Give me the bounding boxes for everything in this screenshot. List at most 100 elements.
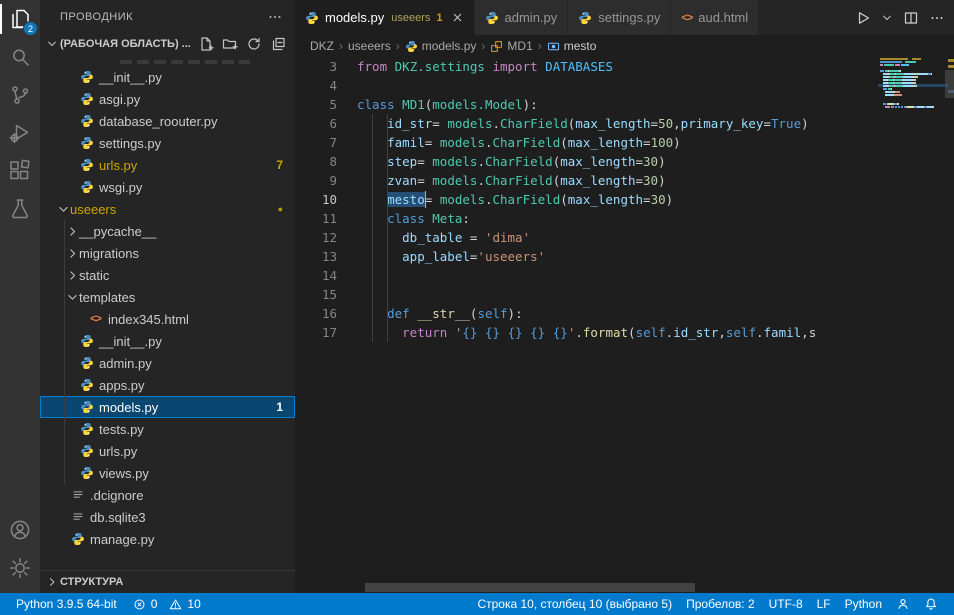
activity-bar-top: 2	[0, 0, 40, 228]
code-token: )	[801, 116, 809, 131]
status-label: Python 3.9.5 64-bit	[16, 597, 117, 611]
code-token: CharField	[485, 154, 553, 169]
tab-aud-html[interactable]: <>aud.html	[671, 0, 759, 35]
collapse-folders-button[interactable]	[269, 35, 287, 53]
status-notifications[interactable]	[918, 593, 944, 615]
code-token: CharField	[493, 135, 561, 150]
activity-explorer[interactable]: 2	[0, 0, 40, 38]
activity-source-control[interactable]	[0, 76, 40, 114]
tree-file-urls-py[interactable]: urls.py	[40, 440, 295, 462]
indent-guide	[387, 304, 388, 323]
line-number: 10	[295, 190, 337, 209]
code-token: models	[440, 192, 485, 207]
tree-file-manage-py[interactable]: manage.py	[40, 528, 295, 550]
code-token: s	[809, 325, 817, 340]
activity-testing[interactable]	[0, 190, 40, 228]
status-label: UTF-8	[769, 597, 803, 611]
tree-file--dcignore[interactable]: .dcignore	[40, 484, 295, 506]
new-file-button[interactable]	[197, 35, 215, 53]
status-indentation[interactable]: Пробелов: 2	[680, 593, 761, 615]
tree-item-label: useeers	[70, 202, 116, 217]
tree-file-asgi-py[interactable]: asgi.py	[40, 88, 295, 110]
code-token: .	[477, 173, 485, 188]
activity-accounts[interactable]	[0, 511, 40, 549]
file-tree: __init__.pyasgi.pydatabase_roouter.pyset…	[40, 55, 295, 550]
code-token: 30	[643, 173, 658, 188]
run-button[interactable]	[852, 6, 874, 30]
activity-run-and-debug[interactable]	[0, 114, 40, 152]
status-encoding[interactable]: UTF-8	[763, 593, 809, 615]
python-icon	[79, 378, 94, 392]
tree-file-db-sqlite3[interactable]: db.sqlite3	[40, 506, 295, 528]
indent-guide	[387, 209, 388, 228]
code-editor[interactable]: 3from DKZ.settings import DATABASES45cla…	[295, 57, 878, 593]
status-eol-sequence[interactable]: LF	[811, 593, 837, 615]
breadcrumb-item-md1[interactable]: MD1	[490, 39, 532, 53]
close-icon[interactable]	[451, 11, 464, 24]
workspace-section-header[interactable]: (РАБОЧАЯ ОБЛАСТЬ) ...	[40, 33, 295, 55]
line-number: 5	[295, 95, 337, 114]
status-language-mode[interactable]: Python	[839, 593, 888, 615]
horizontal-scrollbar[interactable]	[365, 583, 695, 592]
indent-guide	[387, 323, 388, 342]
tab-settings-py[interactable]: settings.py	[568, 0, 671, 35]
tree-folder-static[interactable]: static	[40, 264, 295, 286]
line-number: 13	[295, 247, 337, 266]
tree-folder-templates[interactable]: templates	[40, 286, 295, 308]
status-python-interpreter[interactable]: Python 3.9.5 64-bit	[10, 593, 123, 615]
tab-models-py[interactable]: models.pyuseeers1	[295, 0, 475, 35]
tree-file--init-py[interactable]: __init__.py	[40, 330, 295, 352]
breadcrumb-item-useeers[interactable]: useeers	[348, 39, 391, 53]
refresh-explorer-button[interactable]	[245, 35, 263, 53]
extensions-icon	[8, 159, 32, 183]
breadcrumb-item-mesto[interactable]: mesto	[547, 39, 597, 53]
tab-admin-py[interactable]: admin.py	[475, 0, 569, 35]
tree-file-wsgi-py[interactable]: wsgi.py	[40, 176, 295, 198]
python-icon	[79, 400, 94, 414]
tree-file-urls-py[interactable]: urls.py7	[40, 154, 295, 176]
tree-file-index345-html[interactable]: <>index345.html	[40, 308, 295, 330]
python-icon	[79, 422, 94, 436]
tree-file-tests-py[interactable]: tests.py	[40, 418, 295, 440]
minimap-line	[878, 105, 948, 108]
split-icon	[903, 10, 919, 26]
tree-file-settings-py[interactable]: settings.py	[40, 132, 295, 154]
code-token: =	[643, 135, 651, 150]
breadcrumb-item-models-py[interactable]: models.py	[405, 39, 477, 53]
tree-file--init-py[interactable]: __init__.py	[40, 66, 295, 88]
breadcrumb-separator: ›	[538, 39, 542, 53]
tree-folder--pycache-[interactable]: __pycache__	[40, 220, 295, 242]
activity-extensions[interactable]	[0, 152, 40, 190]
code-token: id_str	[673, 325, 718, 340]
outline-section-header[interactable]: СТРУКТУРА	[40, 570, 295, 593]
python-icon	[79, 466, 94, 480]
tab-label: aud.html	[698, 10, 748, 25]
explorer-more-actions[interactable]	[267, 9, 283, 25]
tree-file-apps-py[interactable]: apps.py	[40, 374, 295, 396]
python-icon	[405, 40, 418, 53]
tree-indent-guide	[64, 220, 65, 484]
breadcrumb-item-dkz[interactable]: DKZ	[310, 39, 334, 53]
code-token: primary_key	[681, 116, 764, 131]
code-token: 'dima'	[485, 230, 530, 245]
vertical-scrollbar[interactable]	[945, 70, 954, 98]
minimap[interactable]	[878, 57, 948, 593]
run-dropdown[interactable]	[878, 6, 896, 30]
activity-search[interactable]	[0, 38, 40, 76]
activity-manage-settings[interactable]	[0, 549, 40, 587]
indent-guide	[372, 171, 373, 190]
status-problems[interactable]: 010	[127, 593, 207, 615]
tree-file-database-roouter-py[interactable]: database_roouter.py	[40, 110, 295, 132]
split-editor-button[interactable]	[900, 6, 922, 30]
tree-file-models-py[interactable]: models.py1	[40, 396, 295, 418]
editor-more-button[interactable]	[926, 6, 948, 30]
tree-folder-migrations[interactable]: migrations	[40, 242, 295, 264]
new-folder-button[interactable]	[221, 35, 239, 53]
status-feedback[interactable]	[890, 593, 916, 615]
tree-file-admin-py[interactable]: admin.py	[40, 352, 295, 374]
tree-file-views-py[interactable]: views.py	[40, 462, 295, 484]
tab-label: models.py	[325, 10, 384, 25]
tree-folder-useeers[interactable]: useeers●	[40, 198, 295, 220]
status-cursor-position[interactable]: Строка 10, столбец 10 (выбрано 5)	[471, 593, 678, 615]
code-token: app_label	[402, 249, 470, 264]
